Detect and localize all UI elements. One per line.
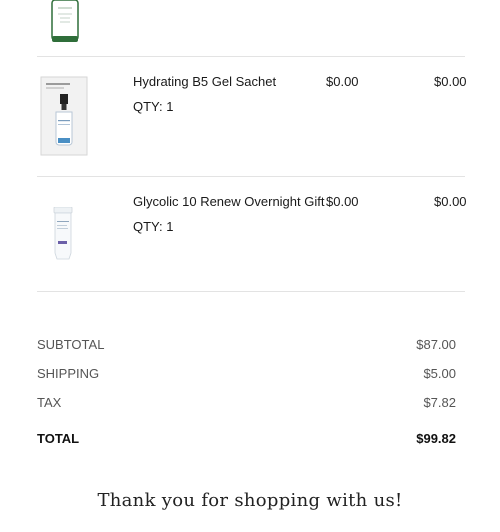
item-divider [37, 56, 465, 57]
item-unit-price: $0.00 [326, 74, 359, 89]
total-label: TOTAL [37, 431, 80, 446]
item-divider [37, 176, 465, 177]
item-name[interactable]: Glycolic 10 Renew Overnight Gift [133, 194, 324, 209]
shipping-value: $5.00 [423, 366, 456, 381]
item-quantity: QTY: 1 [133, 99, 174, 114]
subtotal-value: $87.00 [416, 337, 456, 352]
tax-label: TAX [37, 395, 62, 410]
thank-you-message: Thank you for shopping with us! [97, 490, 403, 511]
item-line-total: $0.00 [434, 74, 467, 89]
shipping-label: SHIPPING [37, 366, 100, 381]
total-value: $99.82 [416, 431, 456, 446]
item-divider [37, 291, 465, 292]
tax-value: $7.82 [423, 395, 456, 410]
product-image-green-bottle [50, 0, 80, 44]
item-unit-price: $0.00 [326, 194, 359, 209]
item-name[interactable]: Hydrating B5 Gel Sachet [133, 74, 276, 89]
green-serum-bottle-icon [51, 0, 79, 42]
product-image-glycolic-tube[interactable] [52, 206, 74, 261]
item-line-total: $0.00 [434, 194, 467, 209]
cream-tube-icon [53, 206, 73, 260]
item-quantity: QTY: 1 [133, 219, 174, 234]
subtotal-label: SUBTOTAL [37, 337, 105, 352]
serum-sachet-icon [40, 76, 88, 156]
product-image-b5-sachet[interactable] [40, 76, 88, 156]
